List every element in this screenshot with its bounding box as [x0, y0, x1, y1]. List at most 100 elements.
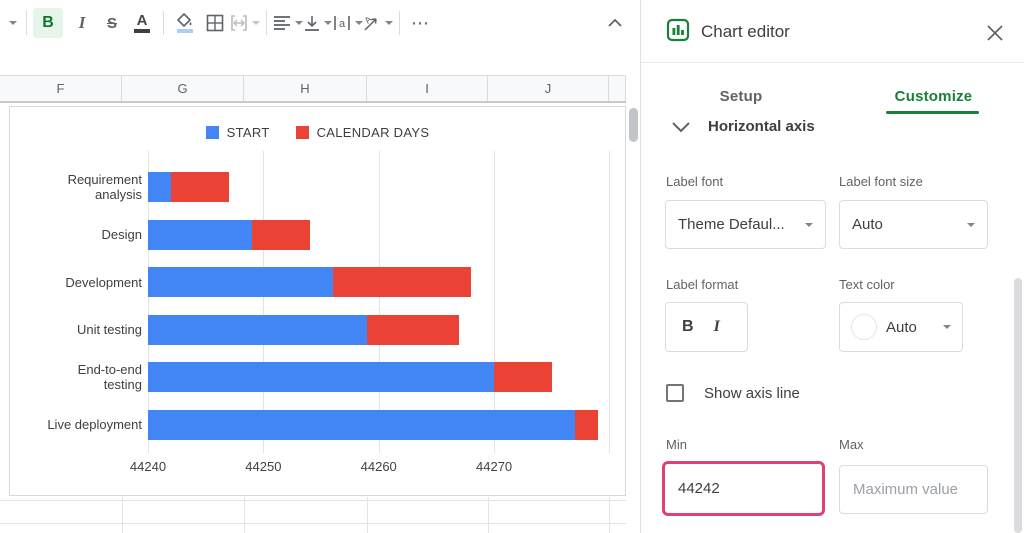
sheet-gridline — [0, 523, 626, 524]
close-panel-button[interactable] — [986, 24, 1004, 47]
bar-calendar-days-segment[interactable] — [494, 362, 552, 392]
format-bold-button[interactable]: B — [682, 318, 694, 336]
tab-customize[interactable]: Customize — [886, 88, 981, 105]
category-label: Development — [65, 274, 142, 290]
borders-button[interactable] — [200, 8, 230, 38]
x-axis-tick-label: 44240 — [129, 459, 167, 474]
close-icon — [987, 25, 1003, 41]
chevron-up-icon — [608, 18, 622, 27]
sheet-gridline — [244, 497, 245, 533]
show-axis-line-label: Show axis line — [704, 385, 800, 402]
merge-dropdown-caret-icon[interactable] — [252, 21, 260, 25]
bar-calendar-days-segment[interactable] — [251, 219, 310, 250]
sheet-scrollbar-thumb[interactable] — [629, 108, 638, 142]
color-swatch-circle — [851, 314, 877, 340]
more-button[interactable]: ⋯ — [406, 8, 436, 38]
text-rotation-button[interactable]: A — [363, 8, 393, 38]
legend-label: CALENDAR DAYS — [316, 125, 430, 140]
format-italic-button[interactable]: I — [714, 318, 720, 336]
max-input-wrap — [839, 465, 988, 514]
chart-editor-panel: Chart editor Setup Customize Horizontal … — [640, 0, 1024, 533]
min-input-focused-border — [662, 461, 825, 516]
bar-start-segment[interactable] — [148, 219, 252, 250]
max-input[interactable] — [840, 481, 987, 498]
label-format-label: Label format — [666, 277, 739, 292]
show-axis-line-checkbox[interactable] — [666, 384, 684, 402]
legend-swatch — [205, 126, 219, 139]
wrap-dropdown-caret-icon[interactable] — [355, 21, 363, 25]
strikethrough-button[interactable]: S — [97, 8, 127, 38]
legend-item: CALENDAR DAYS — [295, 125, 430, 140]
valign-dropdown-caret-icon[interactable] — [324, 21, 332, 25]
sheet-gridline — [367, 497, 368, 533]
category-label: Live deployment — [47, 417, 142, 432]
category-label: End-to-end testing — [77, 362, 142, 392]
italic-button[interactable]: I — [67, 8, 97, 38]
legend-label: START — [226, 125, 270, 140]
horizontal-align-button[interactable] — [273, 8, 303, 38]
column-header-row: FGHIJ — [0, 75, 626, 103]
chevron-down-icon — [672, 122, 690, 133]
toolbar-divider — [26, 11, 27, 35]
column-header-J[interactable]: J — [488, 76, 609, 101]
label-font-label: Label font — [666, 174, 724, 189]
legend-swatch — [295, 126, 309, 139]
x-axis-tick-label: 44260 — [360, 459, 397, 474]
text-wrap-button[interactable]: a — [333, 8, 363, 38]
section-horizontal-axis[interactable]: Horizontal axis — [708, 118, 815, 135]
x-axis-tick-label: 44270 — [476, 459, 513, 474]
bar-start-segment[interactable] — [148, 362, 495, 392]
toolbar-divider — [266, 11, 267, 35]
text-color-select[interactable]: Auto — [839, 302, 963, 352]
chart-editor-icon — [666, 18, 690, 47]
dropdown-caret-icon[interactable] — [2, 8, 20, 38]
column-header-G[interactable]: G — [122, 76, 244, 101]
category-label: Unit testing — [76, 322, 142, 337]
select-caret-icon — [805, 222, 813, 227]
align-dropdown-caret-icon[interactable] — [295, 21, 303, 25]
bar-start-segment[interactable] — [148, 314, 368, 345]
panel-scrollbar-thumb[interactable] — [1014, 278, 1022, 533]
sheet-gridline — [488, 497, 489, 533]
sheet-gridline — [0, 500, 626, 501]
bar-calendar-days-segment[interactable] — [332, 267, 472, 297]
merge-cells-button[interactable] — [230, 8, 260, 38]
svg-text:a: a — [339, 18, 346, 30]
rotation-dropdown-caret-icon[interactable] — [385, 21, 393, 25]
fill-color-button[interactable] — [170, 8, 200, 38]
bar-calendar-days-segment[interactable] — [367, 314, 460, 345]
chart-gridline — [378, 151, 380, 453]
chart-container[interactable]: START CALENDAR DAYS 44240 44250 44260 44270 R… — [9, 106, 626, 496]
min-input[interactable] — [665, 480, 822, 497]
borders-icon — [206, 14, 224, 32]
bold-button[interactable]: B — [33, 8, 63, 38]
bar-start-segment[interactable] — [148, 409, 575, 440]
section-collapse-button[interactable] — [671, 120, 691, 138]
vertical-align-icon — [305, 15, 319, 31]
bar-calendar-days-segment[interactable] — [574, 409, 598, 440]
italic-glyph: I — [78, 13, 86, 32]
sheet-gridline — [609, 497, 610, 533]
bar-calendar-days-segment[interactable] — [171, 172, 229, 202]
column-header-F[interactable]: F — [0, 76, 122, 101]
bar-start-segment[interactable] — [148, 172, 172, 202]
horizontal-align-icon — [274, 16, 290, 30]
label-font-size-select[interactable]: Auto — [839, 200, 988, 249]
toolbar-divider — [399, 11, 400, 35]
collapse-toolbar-button[interactable] — [600, 8, 630, 38]
column-header-partial[interactable] — [609, 76, 626, 101]
column-header-I[interactable]: I — [367, 76, 488, 101]
max-label: Max — [839, 437, 864, 452]
tab-setup[interactable]: Setup — [701, 88, 781, 105]
label-font-select[interactable]: Theme Defaul... — [665, 200, 826, 249]
toolbar-divider — [163, 11, 164, 35]
label-font-size-value: Auto — [852, 216, 883, 233]
strikethrough-glyph: S — [106, 14, 117, 32]
vertical-align-button[interactable] — [303, 8, 333, 38]
label-font-value: Theme Defaul... — [678, 216, 785, 233]
bar-start-segment[interactable] — [148, 267, 333, 297]
column-header-H[interactable]: H — [244, 76, 367, 101]
text-color-button[interactable]: A — [127, 8, 157, 38]
select-caret-icon — [943, 325, 951, 329]
label-font-size-label: Label font size — [839, 174, 923, 189]
